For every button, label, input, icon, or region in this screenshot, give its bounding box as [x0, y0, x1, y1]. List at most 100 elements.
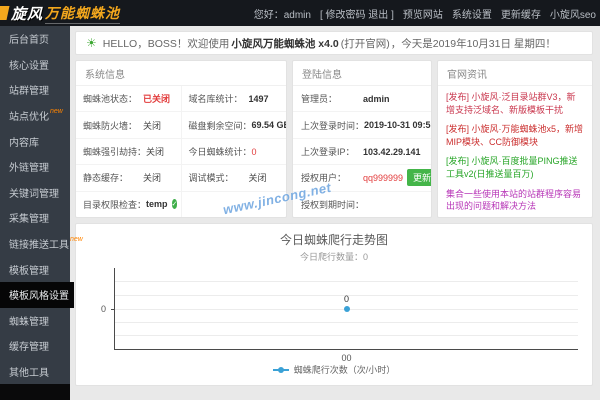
- system-info-row: 蜘蛛池状态：已关闭域名库统计：1497: [76, 86, 286, 112]
- info-value: admin: [363, 94, 390, 104]
- info-label: 授权用户：: [301, 171, 363, 184]
- info-label: 蜘蛛防火墙：: [83, 119, 143, 132]
- top-header: 旋风 万能蜘蛛池 您好：admin [ 修改密码 退出 ] 预览网站 系统设置 …: [0, 0, 600, 26]
- sidebar-item-label: 站点优化: [9, 108, 49, 123]
- x-axis-tick-label: 00: [341, 353, 351, 363]
- open-official-site-link[interactable]: (打开官网): [341, 36, 390, 51]
- info-pair: 磁盘剩余空间：69.54 GB: [181, 112, 287, 137]
- y-axis-tick-label: 0: [101, 304, 106, 314]
- sidebar-item-label: 站群管理: [9, 82, 49, 97]
- sidebar-item-12[interactable]: 缓存管理: [0, 333, 70, 359]
- sidebar-item-2[interactable]: 站群管理: [0, 77, 70, 103]
- header-link-seo[interactable]: 小旋风seo: [550, 6, 596, 21]
- info-value: temp: [146, 199, 168, 209]
- info-pair: 今日蜘蛛统计：0: [181, 139, 287, 164]
- header-link-system-settings[interactable]: 系统设置: [452, 6, 492, 21]
- info-pair: 蜘蛛防火墙：关闭: [76, 112, 181, 137]
- sidebar-item-7[interactable]: 采集管理: [0, 205, 70, 231]
- info-label: 调试模式：: [189, 171, 249, 184]
- info-value: 已关闭: [143, 92, 170, 105]
- welcome-middle: ，今天是: [391, 36, 433, 51]
- news-item-0[interactable]: [发布] 小旋风·泛目录站群V3，新增支持泛域名、新版模板干扰: [446, 91, 584, 116]
- y-axis-tick: [111, 309, 115, 310]
- info-value: 关闭: [249, 171, 267, 184]
- news-item-2[interactable]: [发布] 小旋风·百度批量PING推送工具v2(日推送量百万): [446, 155, 584, 180]
- sidebar-item-0[interactable]: 后台首页: [0, 26, 70, 52]
- info-pair: 调试模式：关闭: [181, 165, 287, 190]
- system-info-row: 静态缓存：关闭调试模式：关闭: [76, 165, 286, 191]
- info-pair: 静态缓存：关闭: [76, 165, 181, 190]
- header-link-refresh-cache[interactable]: 更新缓存: [501, 6, 541, 21]
- login-info-row: 授权用户：qq999999更新: [293, 165, 431, 191]
- welcome-prefix: HELLO，BOSS！欢迎使用: [103, 36, 230, 51]
- info-label: 静态缓存：: [83, 171, 143, 184]
- info-value: 1497: [249, 94, 269, 104]
- header-links: 您好：admin [ 修改密码 退出 ] 预览网站 系统设置 更新缓存 小旋风s…: [254, 6, 600, 21]
- sidebar-item-label: 关键词管理: [9, 185, 59, 200]
- system-info-row: 蜘蛛防火墙：关闭磁盘剩余空间：69.54 GB: [76, 112, 286, 138]
- sidebar-item-1[interactable]: 核心设置: [0, 52, 70, 78]
- logo-icon: [0, 6, 9, 20]
- sidebar-item-13[interactable]: 其他工具: [0, 359, 70, 385]
- legend-line-marker-icon: [273, 369, 289, 371]
- header-link-preview-site[interactable]: 预览网站: [403, 6, 443, 21]
- news-item-1[interactable]: [发布] 小旋风·万能蜘蛛池x5，新增MIP模块、CC防御模块: [446, 123, 584, 148]
- info-value: 0: [252, 147, 257, 157]
- sidebar-item-label: 缓存管理: [9, 338, 49, 353]
- sidebar-item-label: 模板风格设置: [9, 287, 69, 302]
- chart-legend[interactable]: 蜘蛛爬行次数（次/小时）: [76, 363, 592, 376]
- gridline: [115, 322, 578, 323]
- welcome-product: 小旋风万能蜘蛛池 x4.0: [231, 36, 338, 51]
- info-pair: 域名库统计：1497: [181, 86, 287, 111]
- sidebar-item-9[interactable]: 模板管理: [0, 256, 70, 282]
- sun-icon: ☀: [86, 36, 97, 50]
- chart-title: 今日蜘蛛爬行走势图: [76, 224, 592, 248]
- logo-text-rest: 万能蜘蛛池: [45, 3, 120, 24]
- info-value: 关闭: [143, 119, 161, 132]
- login-info-row: 上次登录时间：2019-10-31 09:59: [293, 112, 431, 138]
- news-item-3[interactable]: 集合一些使用本站的站群程序容易出现的问题和解决方法: [446, 188, 584, 213]
- info-value: 关闭: [143, 171, 161, 184]
- welcome-bar: ☀ HELLO，BOSS！欢迎使用 小旋风万能蜘蛛池 x4.0 (打开官网) ，…: [75, 31, 593, 55]
- data-point: [344, 306, 350, 312]
- info-value: 69.54 GB: [252, 120, 286, 130]
- info-label: 磁盘剩余空间：: [189, 119, 252, 132]
- header-link-password-logout[interactable]: [ 修改密码 退出 ]: [320, 6, 394, 21]
- sidebar-item-11[interactable]: 蜘蛛管理: [0, 308, 70, 334]
- info-panels: 系统信息 蜘蛛池状态：已关闭域名库统计：1497蜘蛛防火墙：关闭磁盘剩余空间：6…: [75, 60, 593, 218]
- system-info-row: 蜘蛛强引劫持：关闭今日蜘蛛统计：0: [76, 139, 286, 165]
- info-value: 2019-10-31 09:59: [364, 120, 431, 130]
- sidebar-item-10[interactable]: 模板风格设置: [0, 282, 74, 308]
- legend-label: 蜘蛛爬行次数（次/小时）: [294, 363, 396, 376]
- news-panel: 官网资讯 [发布] 小旋风·泛目录站群V3，新增支持泛域名、新版模板干扰[发布]…: [437, 60, 593, 218]
- sidebar-item-label: 外链管理: [9, 159, 49, 174]
- sidebar-item-6[interactable]: 关键词管理: [0, 180, 70, 206]
- system-info-panel: 系统信息 蜘蛛池状态：已关闭域名库统计：1497蜘蛛防火墙：关闭磁盘剩余空间：6…: [75, 60, 287, 218]
- app-logo[interactable]: 旋风 万能蜘蛛池: [0, 3, 120, 24]
- data-point-label: 0: [344, 294, 349, 304]
- sidebar-nav: 后台首页核心设置站群管理站点优化new内容库外链管理关键词管理采集管理链接推送工…: [0, 26, 70, 400]
- info-pair: [181, 192, 287, 217]
- sidebar-item-5[interactable]: 外链管理: [0, 154, 70, 180]
- info-label: 今日蜘蛛统计：: [189, 145, 252, 158]
- sidebar-item-3[interactable]: 站点优化new: [0, 103, 70, 129]
- info-label: 域名库统计：: [189, 92, 249, 105]
- logo-text-accent: 旋风: [11, 3, 43, 24]
- main-content: ☀ HELLO，BOSS！欢迎使用 小旋风万能蜘蛛池 x4.0 (打开官网) ，…: [70, 26, 600, 400]
- sidebar-menu: 后台首页核心设置站群管理站点优化new内容库外链管理关键词管理采集管理链接推送工…: [0, 26, 70, 384]
- info-label: 蜘蛛强引劫持：: [83, 145, 146, 158]
- sidebar-item-label: 后台首页: [9, 31, 49, 46]
- spider-crawl-chart: 今日蜘蛛爬行走势图 今日爬行数量：0 0 0 00 蜘蛛爬行次数（次/小时）: [75, 223, 593, 386]
- sidebar-item-8[interactable]: 链接推送工具new: [0, 231, 70, 257]
- info-pair: 蜘蛛强引劫持：关闭: [76, 139, 181, 164]
- sidebar-item-4[interactable]: 内容库: [0, 128, 70, 154]
- header-greeting: 您好：admin: [254, 6, 311, 21]
- gridline: [115, 335, 578, 336]
- system-info-row: 目录权限检查：temp✓: [76, 192, 286, 217]
- news-title: 官网资讯: [438, 61, 592, 86]
- sidebar-bottom-strip: [0, 384, 70, 400]
- update-license-button[interactable]: 更新: [407, 169, 431, 186]
- info-label: 管理员：: [301, 92, 363, 105]
- news-list: [发布] 小旋风·泛目录站群V3，新增支持泛域名、新版模板干扰 [发布] 小旋风·…: [438, 86, 592, 216]
- info-label: 上次登录IP：: [301, 145, 363, 158]
